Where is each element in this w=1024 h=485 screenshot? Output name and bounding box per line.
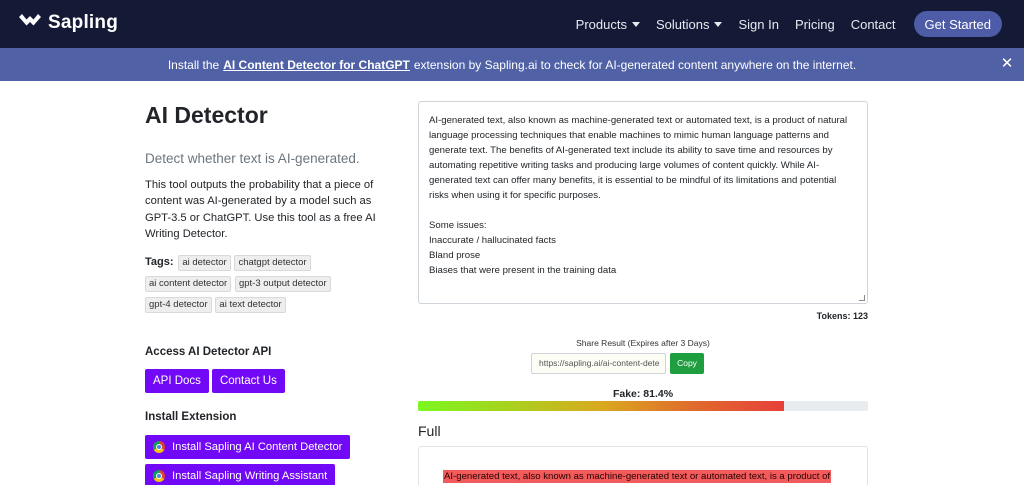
banner-prefix: Install the (167, 57, 220, 72)
navbar: Sapling Products Solutions Sign In Prici… (0, 0, 1024, 48)
close-icon[interactable]: ✕ (999, 56, 1015, 72)
tag[interactable]: ai text detector (215, 297, 286, 314)
share-label: Share Result (Expires after 3 Days) (576, 338, 710, 348)
copy-button[interactable]: Copy (670, 353, 704, 374)
chrome-icon (153, 441, 165, 454)
tag[interactable]: gpt-3 output detector (234, 276, 331, 293)
tags-label: Tags: (145, 256, 174, 269)
caret-down-icon (631, 21, 640, 27)
extension-heading: Install Extension (145, 411, 237, 424)
nav-products[interactable]: Products (576, 17, 640, 32)
issue-item: Bland prose (429, 250, 481, 261)
nav-solutions-label: Solutions (655, 16, 710, 32)
resize-handle[interactable] (859, 295, 865, 301)
fake-score-bar (418, 401, 868, 411)
nav-products-label: Products (575, 16, 627, 32)
tag[interactable]: gpt-4 detector (145, 297, 212, 314)
full-heading: Full (418, 423, 441, 439)
banner-suffix: extension by Sapling.ai to check for AI-… (413, 57, 857, 72)
install-content-detector-label: Install Sapling AI Content Detector (172, 441, 343, 454)
nav-contact[interactable]: Contact (851, 17, 896, 32)
api-docs-button[interactable]: API Docs (145, 369, 209, 394)
fake-score-label: Fake: 81.4% (612, 388, 674, 400)
tag[interactable]: ai content detector (145, 276, 232, 293)
tool-description: This tool outputs the probability that a… (145, 179, 376, 240)
chrome-icon (153, 470, 165, 483)
input-paragraph: AI-generated text, also known as machine… (429, 115, 848, 201)
tags-list: Tags: ai detector chatgpt detector ai co… (145, 252, 380, 316)
nav-pricing[interactable]: Pricing (795, 17, 835, 32)
brand-logo[interactable]: Sapling (17, 10, 118, 36)
issue-item: Biases that were present in the training… (429, 265, 617, 276)
contact-us-button[interactable]: Contact Us (211, 369, 285, 394)
page-title: AI Detector (145, 102, 268, 128)
api-buttons: API Docs Contact Us (145, 369, 380, 394)
left-column: AI Detector Detect whether text is AI-ge… (145, 100, 380, 485)
get-started-button[interactable]: Get Started (913, 11, 1002, 37)
install-content-detector-button[interactable]: Install Sapling AI Content Detector (145, 435, 351, 460)
banner-link[interactable]: AI Content Detector for ChatGPT (223, 58, 410, 72)
install-writing-assistant-button[interactable]: Install Sapling Writing Assistant (145, 464, 336, 485)
highlighted-sentence: AI-generated text, also known as machine… (443, 470, 832, 483)
page-subtitle: Detect whether text is AI-generated. (145, 151, 360, 166)
brand-name: Sapling (48, 12, 119, 33)
text-input[interactable]: AI-generated text, also known as machine… (418, 101, 868, 304)
tag[interactable]: chatgpt detector (234, 255, 311, 272)
install-writing-assistant-label: Install Sapling Writing Assistant (172, 470, 328, 483)
caret-down-icon (714, 21, 723, 27)
extension-banner: Install the AI Content Detector for Chat… (0, 48, 1024, 81)
tag[interactable]: ai detector (178, 255, 231, 272)
api-heading: Access AI Detector API (145, 346, 272, 359)
share-url-field[interactable]: https://sapling.ai/ai-content-dete (531, 353, 666, 374)
issue-item: Inaccurate / hallucinated facts (429, 235, 556, 246)
nav-solutions[interactable]: Solutions (655, 16, 723, 32)
fake-score-fill (418, 401, 785, 411)
nav-sign-in[interactable]: Sign In (738, 17, 778, 32)
token-count: Tokens: 123 (816, 311, 868, 321)
issues-heading: Some issues: (429, 220, 487, 231)
sapling-logo-icon (19, 14, 41, 26)
